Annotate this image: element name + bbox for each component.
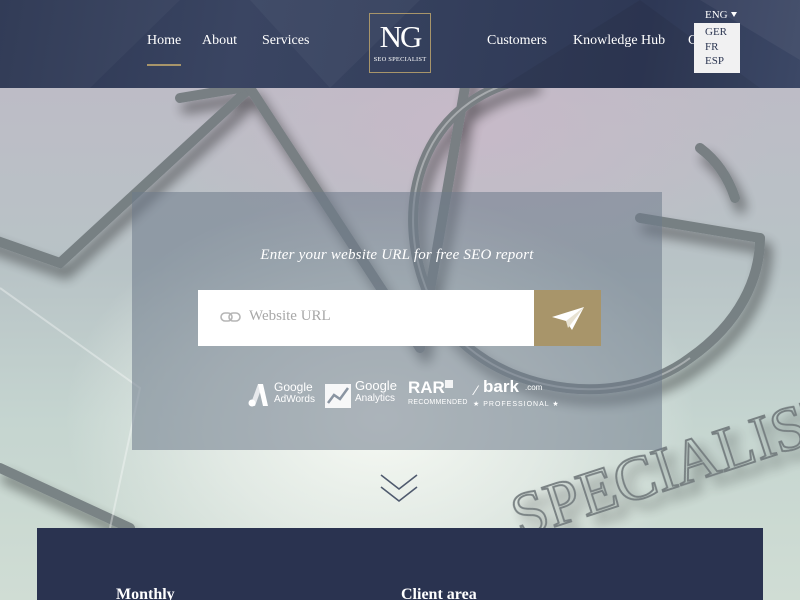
bark-slash-icon: ⁄ [475,382,478,398]
badge-bark-suffix: .com [525,383,543,392]
submit-url-button[interactable] [534,290,601,346]
hero-section: SPECIALIST Enter your website URL for fr… [0,88,800,600]
link-icon [220,312,241,322]
badge-bark-sub: ★ PROFESSIONAL ★ [473,401,560,408]
language-selector[interactable]: ENG [705,9,737,21]
paper-plane-icon [552,307,584,330]
caret-down-icon [730,12,737,17]
badge-rar-recommended: RAR RECOMMENDED [408,378,468,416]
website-url-input[interactable]: Website URL [198,290,534,346]
logo-mark: NG [379,19,423,54]
badge-adwords-sub: AdWords [274,394,315,405]
rar-mark-icon [445,380,453,388]
nav-customers[interactable]: Customers [487,33,547,49]
band-monthly-heading: Monthly [116,586,175,600]
info-band: Monthly Client area [37,528,763,600]
site-header: Home About Services NG SEO SPECIALIST Cu… [0,0,800,88]
badge-rar-name: RAR [408,378,445,397]
analytics-icon [325,384,351,408]
partner-badges: Google AdWords Google Analytics RAR RECO… [132,377,662,416]
nav-knowledge-hub[interactable]: Knowledge Hub [573,33,665,49]
url-placeholder: Website URL [249,308,331,324]
nav-home[interactable]: Home [147,33,182,66]
badge-analytics-sub: Analytics [355,393,396,404]
band-client-area-heading: Client area [401,586,477,600]
badge-bark-professional: ⁄ bark .com ★ PROFESSIONAL ★ [473,377,560,416]
badge-bark-name: bark [483,377,519,396]
seo-report-panel: Enter your website URL for free SEO repo… [132,192,662,450]
scroll-down-chevron-icon[interactable] [378,472,420,511]
language-option-ger[interactable]: GER [705,25,740,40]
badge-analytics-name: Google [355,378,397,393]
badge-google-analytics: Google Analytics [325,378,397,416]
language-current: ENG [705,9,728,21]
badge-google-adwords: Google AdWords [247,380,319,416]
site-logo[interactable]: NG SEO SPECIALIST [369,13,431,73]
language-dropdown: GER FR ESP [694,23,740,73]
badge-rar-sub: RECOMMENDED [408,399,468,406]
adwords-icon [248,384,268,407]
panel-heading: Enter your website URL for free SEO repo… [260,247,534,263]
language-option-esp[interactable]: ESP [705,54,740,69]
logo-subtitle: SEO SPECIALIST [373,56,427,63]
badge-adwords-name: Google [274,380,313,394]
language-option-fr[interactable]: FR [705,40,740,55]
nav-services[interactable]: Services [262,33,309,49]
nav-about[interactable]: About [202,33,237,49]
